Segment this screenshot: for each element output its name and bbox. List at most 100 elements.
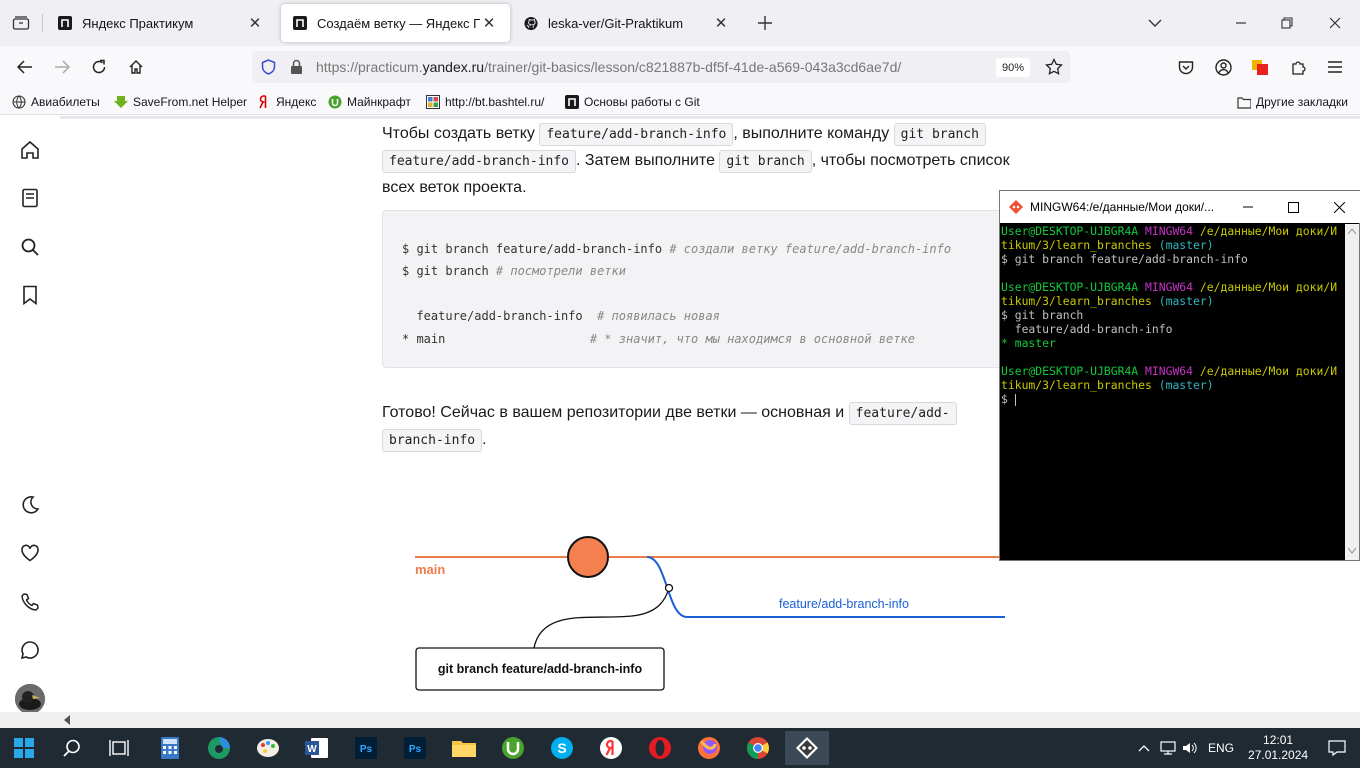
opera-icon <box>649 737 671 759</box>
pocket-button[interactable] <box>1172 54 1200 80</box>
sidebar-theme-button[interactable] <box>17 492 43 518</box>
other-bookmarks[interactable]: Другие закладки <box>1237 93 1348 111</box>
extension-button[interactable] <box>1246 54 1274 80</box>
close-tab-icon[interactable]: ✕ <box>246 14 264 32</box>
taskbar-photoshop-1[interactable]: Ps <box>344 731 388 765</box>
clock[interactable]: 12:01 27.01.2024 <box>1248 733 1308 763</box>
volume-icon[interactable] <box>1182 741 1198 755</box>
text: , чтобы посмотреть список <box>811 152 1010 169</box>
prompt-path: /e/данные/Мои доки/И <box>1199 364 1338 378</box>
terminal-maximize-button[interactable] <box>1281 195 1305 219</box>
terminal-scrollbar[interactable] <box>1345 224 1359 560</box>
account-button[interactable] <box>1209 54 1237 80</box>
back-button[interactable] <box>11 54 39 80</box>
taskbar-file-explorer[interactable] <box>442 731 486 765</box>
code-command: $ git branch <box>402 264 496 278</box>
bookmark-savefrom[interactable]: SaveFrom.net Helper <box>114 93 247 111</box>
bookmark-git-basics[interactable]: Основы работы с Git <box>565 93 700 111</box>
user-avatar[interactable] <box>15 684 45 712</box>
git-bash-terminal-window[interactable]: MINGW64:/e/данные/Мои доки/... User@DESK… <box>999 190 1360 561</box>
bookmark-label: http://bt.bashtel.ru/ <box>445 95 545 109</box>
sidebar-lessons-button[interactable] <box>17 185 43 211</box>
reload-button[interactable] <box>85 54 113 80</box>
tab-separator <box>42 14 43 32</box>
text: . <box>482 431 487 448</box>
bookmark-bashtel[interactable]: http://bt.bashtel.ru/ <box>426 93 544 111</box>
url-path: /trainer/git-basics/lesson/c821887b-df5f… <box>484 59 902 75</box>
input-language-indicator[interactable]: ENG <box>1208 741 1234 755</box>
bookmark-label: Авиабилеты <box>31 95 100 109</box>
chevron-left-icon[interactable] <box>63 715 71 725</box>
text-cursor <box>1014 393 1016 406</box>
minimize-icon <box>1243 206 1253 208</box>
taskbar-chrome[interactable] <box>736 731 780 765</box>
home-button[interactable] <box>122 54 150 80</box>
chevron-up-icon[interactable] <box>1348 228 1356 234</box>
yandex-icon <box>257 95 271 109</box>
page-horizontal-scrollbar[interactable] <box>0 712 1360 728</box>
close-tab-icon[interactable]: ✕ <box>712 14 730 32</box>
code-command: feature/add-branch-info <box>402 309 598 323</box>
practicum-favicon-icon <box>58 16 72 30</box>
taskbar-utorrent[interactable] <box>491 731 535 765</box>
bookmark-aviabilety[interactable]: Авиабилеты <box>12 93 100 111</box>
sidebar-favorites-button[interactable] <box>17 540 43 566</box>
bookmark-minecraft[interactable]: Майнкрафт <box>328 93 411 111</box>
terminal-title: MINGW64:/e/данные/Мои доки/... <box>1030 200 1215 214</box>
tab-yandex-practicum[interactable]: Яндекс Практикум ✕ <box>46 4 276 42</box>
sidebar-search-button[interactable] <box>17 234 43 260</box>
close-window-button[interactable] <box>1312 0 1358 46</box>
taskbar-opera[interactable] <box>638 731 682 765</box>
minimize-button[interactable] <box>1218 0 1264 46</box>
chevron-up-icon[interactable] <box>1138 744 1150 752</box>
sidebar-bookmarks-button[interactable] <box>17 282 43 308</box>
terminal-close-button[interactable] <box>1327 195 1351 219</box>
list-all-tabs-button[interactable] <box>1132 0 1178 46</box>
lesson-paragraph-1-line-2: feature/add-branch-info. Затем выполните… <box>382 147 1010 175</box>
arrow-left-icon <box>17 60 32 74</box>
taskbar-edge[interactable] <box>197 731 241 765</box>
terminal-title-bar[interactable]: MINGW64:/e/данные/Мои доки/... <box>1000 191 1360 223</box>
lock-icon[interactable] <box>290 59 303 75</box>
paint-palette-icon <box>257 739 279 757</box>
tab-list-button[interactable] <box>8 11 34 35</box>
app-menu-button[interactable] <box>1321 54 1349 80</box>
taskbar-firefox[interactable] <box>687 731 731 765</box>
extensions-button[interactable] <box>1284 54 1312 80</box>
prompt-env: MINGW64 <box>1145 280 1194 294</box>
restore-button[interactable] <box>1264 0 1310 46</box>
url-text[interactable]: https://practicum.yandex.ru/trainer/git-… <box>316 59 901 75</box>
new-tab-button[interactable] <box>753 11 777 35</box>
tracking-protection-shield-icon[interactable] <box>261 59 276 75</box>
tab-github-repo[interactable]: leska-ver/Git-Praktikum ✕ <box>512 4 742 42</box>
taskbar-yandex-browser[interactable] <box>589 731 633 765</box>
sidebar-chat-button[interactable] <box>17 637 43 663</box>
forward-button[interactable] <box>48 54 76 80</box>
taskbar-git-bash[interactable] <box>785 731 829 765</box>
input-line[interactable]: $ <box>1001 392 1345 406</box>
chevron-down-icon[interactable] <box>1348 548 1356 554</box>
taskbar-paint[interactable] <box>246 731 290 765</box>
zoom-level-indicator[interactable]: 90% <box>996 58 1030 77</box>
taskbar-word[interactable]: W <box>295 731 339 765</box>
code-line: $ git branch # посмотрели ветки <box>402 264 626 278</box>
terminal-minimize-button[interactable] <box>1236 195 1260 219</box>
taskbar-search-button[interactable] <box>50 731 94 765</box>
start-button[interactable] <box>2 731 46 765</box>
taskbar-skype[interactable]: S <box>540 731 584 765</box>
tab-create-branch[interactable]: Создаём ветку — Яндекс Практ ✕ <box>281 4 510 42</box>
notification-center-icon[interactable] <box>1328 740 1346 756</box>
sidebar-support-button[interactable] <box>17 589 43 615</box>
close-tab-icon[interactable]: ✕ <box>480 14 498 32</box>
bookmark-star-icon[interactable] <box>1045 58 1063 76</box>
screen: { "browser": { "tabs": [ {"title": "Янде… <box>0 0 1360 768</box>
lesson-paragraph-1-line-3: всех веток проекта. <box>382 179 527 196</box>
address-bar[interactable]: https://practicum.yandex.ru/trainer/git-… <box>252 51 1070 83</box>
sidebar-home-button[interactable] <box>17 137 43 163</box>
task-view-button[interactable] <box>97 731 141 765</box>
terminal-output[interactable]: User@DESKTOP-UJBGR4A MINGW64 /e/данные/М… <box>1001 224 1345 560</box>
bookmark-yandex[interactable]: Яндекс <box>257 93 316 111</box>
network-icon[interactable] <box>1160 741 1176 755</box>
taskbar-calculator[interactable] <box>148 731 192 765</box>
taskbar-photoshop-2[interactable]: Ps <box>393 731 437 765</box>
